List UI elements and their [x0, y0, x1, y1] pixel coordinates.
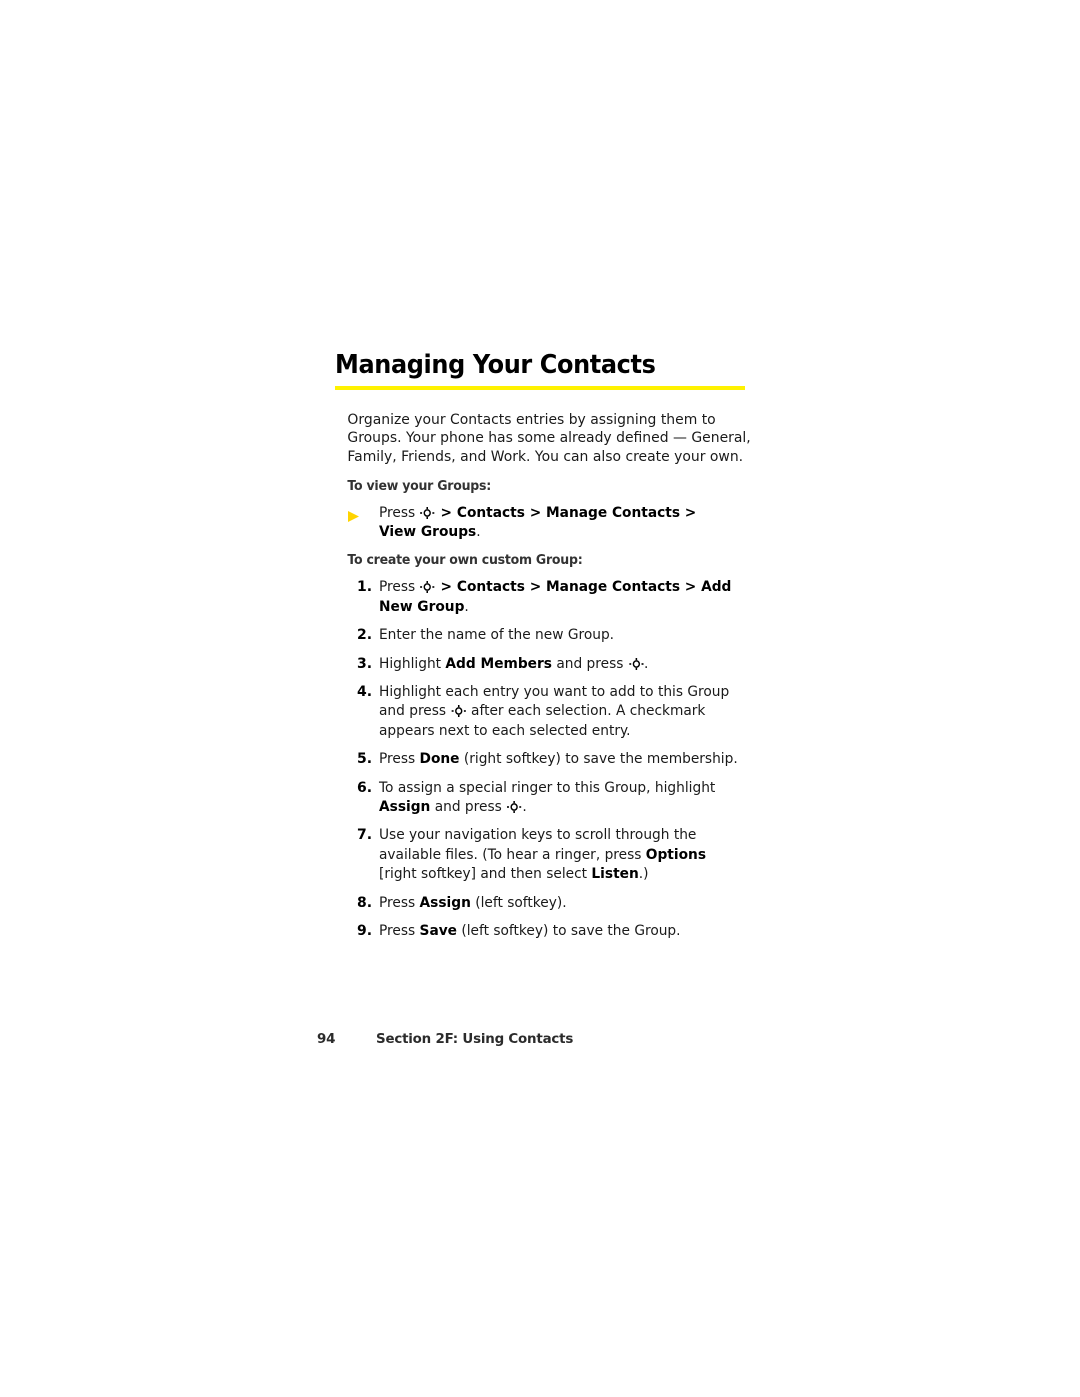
- subheading-create-group: To create your own custom Group:: [347, 553, 583, 569]
- step-text: Press > Contacts > Manage Contacts > Add…: [379, 579, 732, 615]
- step-text: To assign a special ringer to this Group…: [379, 779, 716, 816]
- step-item: 6. To assign a special ringer to this Gro…: [348, 779, 755, 818]
- step-text: Use your navigation keys to scroll throu…: [379, 827, 706, 883]
- navigation-key-icon: [451, 705, 466, 718]
- emphasis-text: Save: [419, 923, 457, 940]
- emphasis-text: Done: [419, 751, 460, 768]
- navigation-key-icon: [628, 657, 644, 670]
- step-item: 2. Enter the name of the new Group.: [348, 626, 755, 645]
- step-number: 9.: [357, 923, 373, 940]
- page-footer: 94 Section 2F: Using Contacts: [317, 1032, 787, 1047]
- step-item: 3. Highlight Add Members and press .: [348, 655, 755, 674]
- navigation-key-icon: [420, 506, 435, 519]
- step-number: 4.: [357, 683, 373, 700]
- step-number: 2.: [357, 627, 373, 644]
- emphasis-text: Listen: [591, 866, 639, 883]
- step-item: 1. Press > Contacts > Manage Contacts > A…: [348, 578, 755, 617]
- step-number: 3.: [357, 655, 373, 672]
- emphasis-text: Assign: [419, 894, 471, 911]
- emphasis-text: Assign: [379, 799, 431, 816]
- bullet-item-text: Press > Contacts > Manage Contacts > Vie…: [379, 504, 697, 540]
- content-column: Managing Your Contacts Organize your Con…: [335, 352, 755, 941]
- intro-paragraph: Organize your Contacts entries by assign…: [347, 410, 751, 465]
- document-page: Managing Your Contacts Organize your Con…: [0, 0, 1080, 1397]
- step-text: Highlight Add Members and press .: [379, 655, 649, 672]
- step-number: 8.: [357, 894, 373, 911]
- numbered-steps-list: 1. Press > Contacts > Manage Contacts > A…: [335, 578, 755, 941]
- navigation-key-icon: [420, 581, 435, 594]
- footer-section-label: Section 2F: Using Contacts: [376, 1032, 574, 1047]
- step-text: Highlight each entry you want to add to …: [379, 683, 730, 739]
- emphasis-text: Options: [645, 846, 706, 863]
- step-number: 6.: [357, 779, 373, 796]
- step-item: 9. Press Save (left softkey) to save the …: [348, 922, 755, 941]
- footer-page-number: 94: [317, 1032, 336, 1047]
- step-number: 1.: [357, 579, 373, 596]
- step-text: Press Done (right softkey) to save the m…: [379, 751, 738, 768]
- step-number: 5.: [357, 751, 373, 768]
- step-text: Press Assign (left softkey).: [379, 894, 567, 911]
- subheading-view-groups: To view your Groups:: [347, 478, 492, 494]
- step-text: Press Save (left softkey) to save the Gr…: [379, 923, 681, 940]
- triangle-bullet-icon: [348, 504, 379, 543]
- step-number: 7.: [357, 827, 373, 844]
- step-text: Enter the name of the new Group.: [379, 627, 615, 644]
- step-item: 8. Press Assign (left softkey).: [348, 894, 755, 913]
- emphasis-text: Add Members: [445, 655, 552, 672]
- step-item: 5. Press Done (right softkey) to save the…: [348, 750, 755, 769]
- bullet-list-item: Press > Contacts > Manage Contacts > Vie…: [335, 504, 755, 543]
- step-item: 4. Highlight each entry you want to add t…: [348, 683, 755, 741]
- page-title: Managing Your Contacts: [335, 350, 656, 380]
- navigation-key-icon: [507, 801, 522, 814]
- step-item: 7. Use your navigation keys to scroll thr…: [348, 826, 755, 884]
